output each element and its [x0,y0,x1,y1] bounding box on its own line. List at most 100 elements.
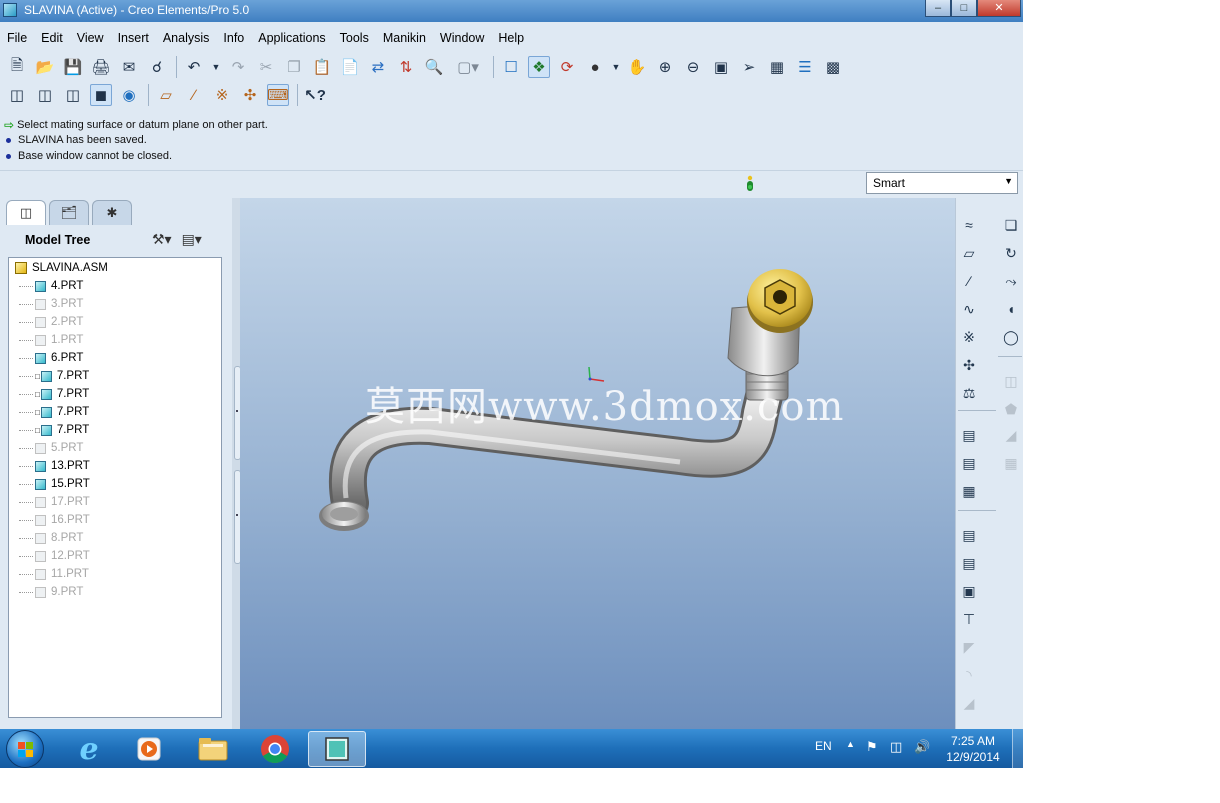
close-button[interactable]: ✕ [977,0,1021,17]
coordinate-system-icon[interactable]: ✣ [958,354,980,376]
save-icon[interactable]: 💾 [62,56,84,78]
menu-manikin[interactable]: Manikin [376,28,433,48]
layers-icon[interactable]: ☰ [794,56,816,78]
shading-dropdown-icon[interactable]: ▼ [612,56,621,78]
layout-component-icon[interactable]: ▣ [958,580,980,602]
tab-model-tree[interactable]: ◫ [6,200,46,225]
show-hidden-icons-icon[interactable]: ▲ [846,739,855,749]
send-mail-icon[interactable]: ✉ [118,56,140,78]
start-button[interactable] [6,730,44,768]
undo-icon[interactable]: ↶ [183,56,205,78]
create-component-icon[interactable]: ▤ [958,452,980,474]
taskbar-chrome[interactable] [248,731,302,767]
find-icon[interactable]: 🔍 [423,56,445,78]
tree-root[interactable]: SLAVINA.ASM [15,259,108,277]
minimize-button[interactable]: – [925,0,951,17]
annotations-toggle-icon[interactable]: ⌨ [267,84,289,106]
blend-icon[interactable]: ◖ [1000,298,1022,320]
revolve-icon[interactable]: ↻ [1000,242,1022,264]
analysis-feature-icon[interactable]: ⚖ [958,382,980,404]
enhanced-realism-icon[interactable]: ◉ [118,84,140,106]
orient-mode-icon[interactable]: ⟳ [556,56,578,78]
round-icon[interactable]: ◝ [958,664,980,686]
action-center-flag-icon[interactable]: ⚑ [866,739,878,755]
new-file-icon[interactable]: 🗎 [6,56,28,78]
tree-item[interactable]: 3.PRT [19,295,83,313]
tree-item[interactable]: 9.PRT [19,583,83,601]
sketch-tool-icon[interactable]: ≈ [958,214,980,236]
pan-hand-icon[interactable]: ✋ [626,56,648,78]
tree-item[interactable]: 5.PRT [19,439,83,457]
shaded-display-icon[interactable]: ◼ [90,84,112,106]
tree-columns-icon[interactable]: ▤▾ [182,231,202,248]
paste-icon[interactable]: 📋 [311,56,333,78]
datum-axes-toggle-icon[interactable]: ∕ [183,84,205,106]
faucet-model[interactable] [240,198,955,729]
panel-splitter[interactable] [232,198,241,729]
system-clock[interactable]: 7:25 AM 12/9/2014 [942,733,1004,765]
tree-item[interactable]: 15.PRT [19,475,90,493]
saved-views-icon[interactable]: ▦ [766,56,788,78]
pipe-connector-icon[interactable]: ⊤ [958,608,980,630]
hidden-line-icon[interactable]: ◫ [34,84,56,106]
taskbar-media-player[interactable] [122,731,176,767]
view-manager-icon[interactable]: ▩ [822,56,844,78]
cut-icon[interactable]: ✂ [255,56,277,78]
taskbar-internet-explorer[interactable]: e [62,731,116,767]
chamfer-icon[interactable]: ◢ [958,692,980,714]
tab-folder-browser[interactable]: 🗂 [49,200,89,225]
tree-item[interactable]: 2.PRT [19,313,83,331]
tree-item[interactable]: □ 7.PRT [19,403,89,421]
assemble-component-icon[interactable]: ▤ [958,424,980,446]
network-icon[interactable]: ◫ [890,739,902,755]
spin-center-icon[interactable]: ❖ [528,56,550,78]
menu-analysis[interactable]: Analysis [156,28,217,48]
menu-applications[interactable]: Applications [251,28,332,48]
menu-view[interactable]: View [70,28,111,48]
tree-item[interactable]: 17.PRT [19,493,90,511]
print-icon[interactable]: 🖨 [90,56,112,78]
datum-axis-icon[interactable]: ∕ [958,270,980,292]
pattern-icon[interactable]: ▦ [1000,452,1022,474]
regenerate-icon[interactable]: ⇄ [367,56,389,78]
regeneration-status-icon[interactable] [744,175,756,193]
wireframe-icon[interactable]: ◫ [6,84,28,106]
datum-plane-icon[interactable]: ▱ [958,242,980,264]
selection-box-icon[interactable]: ▢▾ [451,56,485,78]
datum-points-toggle-icon[interactable]: ※ [211,84,233,106]
trim-icon[interactable]: ◢ [1000,424,1022,446]
menu-window[interactable]: Window [433,28,491,48]
language-indicator[interactable]: EN [815,739,832,753]
datum-planes-toggle-icon[interactable]: ▱ [155,84,177,106]
extrude-icon[interactable]: ❏ [1000,214,1022,236]
volume-icon[interactable]: 🔊 [914,739,930,755]
mirror-icon[interactable]: ◫ [1000,370,1022,392]
title-bar[interactable]: SLAVINA (Active) - Creo Elements/Pro 5.0… [0,0,1023,22]
graphics-window[interactable]: 莫西网www.3dmox.com [240,198,955,729]
open-folder-icon[interactable]: 📂 [34,56,56,78]
taskbar-creo[interactable] [308,731,366,767]
boundary-blend-icon[interactable]: ◯ [1000,326,1022,348]
tree-item[interactable]: □ 7.PRT [19,367,89,385]
repeat-component-icon[interactable]: ▦ [958,480,980,502]
tree-item[interactable]: 8.PRT [19,529,83,547]
selection-filter-dropdown[interactable]: Smart ▼ [866,172,1018,194]
undo-dropdown-icon[interactable]: ▼ [211,56,221,78]
coordinate-systems-toggle-icon[interactable]: ✣ [239,84,261,106]
tree-item[interactable]: 16.PRT [19,511,90,529]
tree-settings-icon[interactable]: ⚒▾ [152,231,172,248]
send-link-icon[interactable]: ☌ [146,56,168,78]
reorient-icon[interactable]: ➢ [738,56,760,78]
tree-item[interactable]: 4.PRT [19,277,83,295]
context-help-icon[interactable]: ↖? [304,84,326,106]
taskbar-file-explorer[interactable] [186,731,240,767]
tree-item[interactable]: □ 7.PRT [19,421,89,439]
tree-item[interactable]: 6.PRT [19,349,83,367]
menu-edit[interactable]: Edit [34,28,70,48]
shading-icon[interactable]: ● [584,56,606,78]
app-icon[interactable] [3,3,17,17]
tree-item[interactable]: □ 7.PRT [19,385,89,403]
repaint-icon[interactable]: ☐ [500,56,522,78]
no-hidden-icon[interactable]: ◫ [62,84,84,106]
datum-curve-icon[interactable]: ∿ [958,298,980,320]
